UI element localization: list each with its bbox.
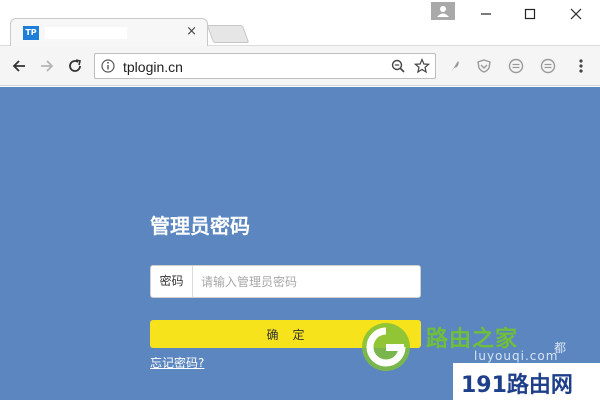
reload-icon	[69, 59, 81, 72]
close-window-button[interactable]	[554, 2, 598, 26]
info-icon[interactable]	[101, 59, 115, 73]
brand-watermark-url: luyouqi.com	[474, 349, 559, 363]
tp-favicon-icon: TP	[23, 26, 39, 40]
maximize-button[interactable]	[508, 2, 552, 26]
bookmark-star-icon[interactable]	[414, 58, 430, 74]
menu-button[interactable]	[571, 56, 591, 76]
password-label: 密码	[151, 266, 193, 297]
feather-icon	[451, 61, 459, 72]
profile-button[interactable]	[431, 2, 455, 20]
site-watermark: 191路由网	[453, 363, 600, 400]
minimize-button[interactable]	[464, 2, 508, 26]
maximize-icon	[524, 8, 536, 20]
tab-title	[45, 27, 127, 39]
minimize-icon	[481, 13, 491, 15]
brand-logo-icon	[362, 323, 410, 371]
back-arrow-icon	[12, 60, 25, 72]
forgot-password-link[interactable]: 忘记密码?	[150, 354, 204, 371]
password-field[interactable]: 密码	[150, 265, 421, 298]
ext-icon-1	[508, 58, 524, 74]
browser-tab[interactable]: TP ×	[10, 18, 208, 46]
password-input[interactable]	[195, 266, 417, 297]
ext-icon-2	[540, 58, 556, 74]
extension-1[interactable]	[506, 56, 526, 76]
shield-icon	[477, 59, 491, 73]
forward-button[interactable]	[36, 55, 58, 77]
user-icon	[437, 6, 449, 17]
address-bar[interactable]: tplogin.cn	[94, 53, 436, 79]
shield-extension[interactable]	[474, 56, 494, 76]
page-title: 管理员密码	[150, 214, 250, 238]
feather-extension[interactable]	[445, 56, 465, 76]
close-icon	[570, 8, 582, 20]
reload-button[interactable]	[64, 55, 86, 77]
tab-close-icon[interactable]: ×	[186, 24, 197, 40]
new-tab-button[interactable]	[206, 25, 250, 43]
zoom-icon[interactable]	[391, 59, 405, 73]
brand-watermark-du: 都	[554, 341, 567, 355]
router-login-page: 管理员密码 密码 确定 忘记密码? 路由之家 luyouqi.com 都 191…	[0, 87, 600, 400]
site-watermark-text: 191路由网	[461, 373, 573, 398]
browser-toolbar: tplogin.cn	[0, 46, 600, 86]
back-button[interactable]	[8, 55, 30, 77]
forward-arrow-icon	[41, 60, 54, 72]
browser-titlebar: TP ×	[0, 0, 600, 46]
menu-icon	[579, 59, 583, 73]
url-text[interactable]: tplogin.cn	[123, 59, 183, 75]
extension-2[interactable]	[538, 56, 558, 76]
